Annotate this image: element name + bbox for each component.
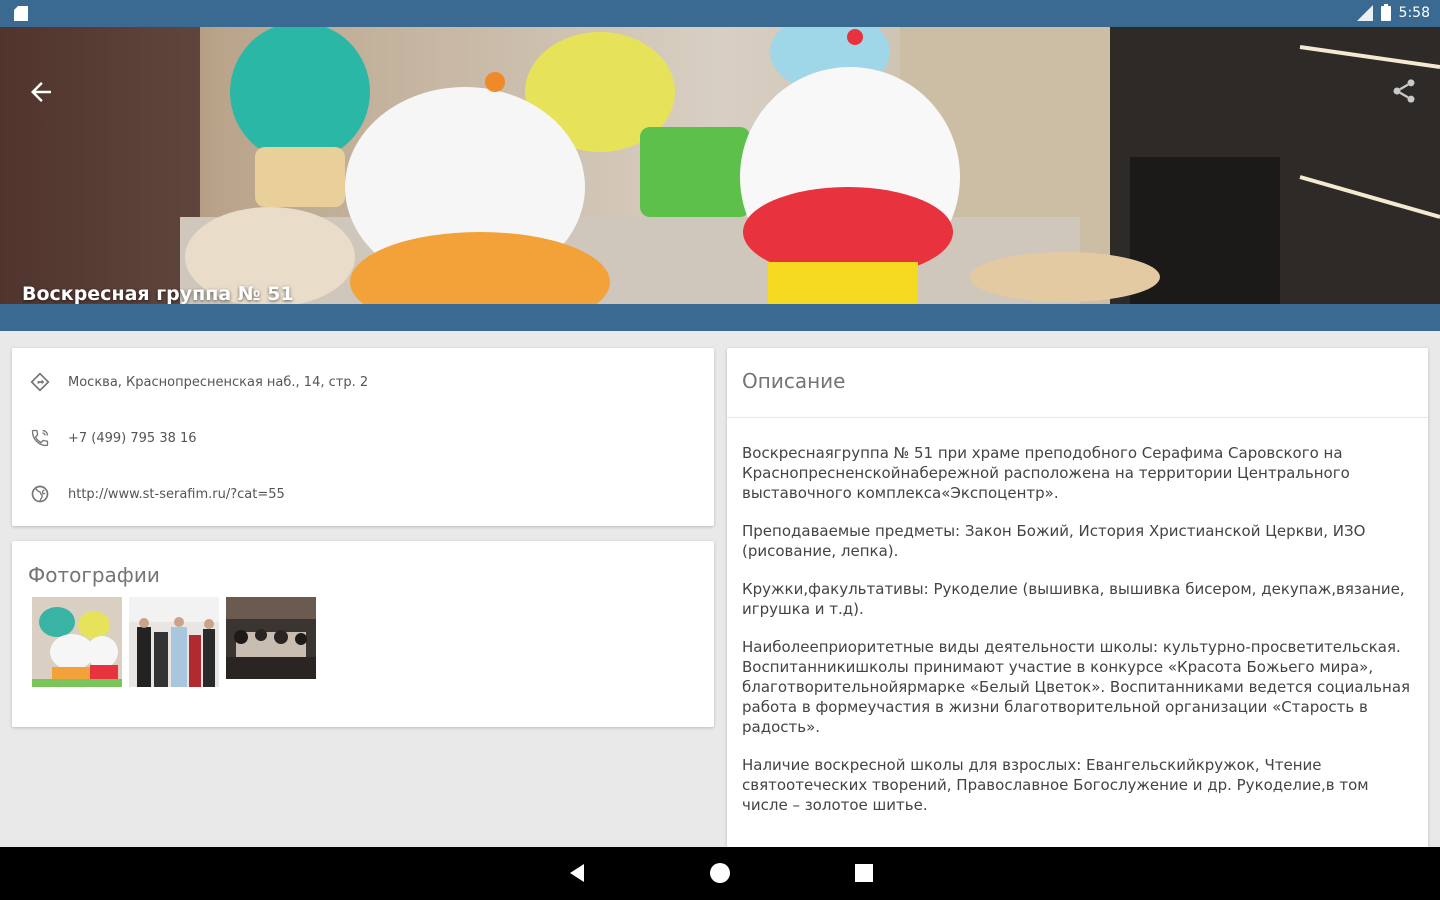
- page-title: Воскресная группа № 51: [22, 283, 294, 304]
- photos-heading: Фотографии: [28, 563, 160, 587]
- phone-text: +7 (499) 795 38 16: [68, 430, 197, 446]
- phone-row[interactable]: +7 (499) 795 38 16: [12, 410, 714, 466]
- battery-icon: [1380, 4, 1391, 21]
- signal-icon: [1356, 4, 1373, 21]
- description-paragraph: Наличие воскресной школы для взрослых: Е…: [742, 756, 1369, 814]
- photo-thumbnail-2[interactable]: [129, 597, 219, 687]
- status-bar: 5:58: [0, 0, 1440, 27]
- photo-image: [226, 597, 316, 679]
- description-heading: Описание: [742, 369, 846, 393]
- nav-home-icon[interactable]: [708, 861, 732, 885]
- nav-recents-icon[interactable]: [852, 861, 876, 885]
- description-body: Воскреснаягруппа № 51 при храме преподоб…: [742, 443, 1414, 833]
- contact-card: Москва, Краснопресненская наб., 14, стр.…: [12, 348, 714, 526]
- divider: [727, 417, 1428, 418]
- navigation-bar: [0, 847, 1440, 900]
- photo-image: [32, 597, 122, 687]
- photo-image: [129, 597, 219, 687]
- photos-card: Фотографии: [12, 541, 714, 727]
- description-card: Описание Воскреснаягруппа № 51 при храме…: [727, 348, 1428, 868]
- website-row[interactable]: http://www.st-serafim.ru/?cat=55: [12, 466, 714, 522]
- photo-thumbnail-3[interactable]: [226, 597, 316, 679]
- header-image: Воскресная группа № 51: [0, 27, 1440, 304]
- address-row[interactable]: Москва, Краснопресненская наб., 14, стр.…: [12, 354, 714, 410]
- phone-icon: [31, 429, 49, 447]
- address-text: Москва, Краснопресненская наб., 14, стр.…: [68, 374, 369, 390]
- share-icon[interactable]: [1390, 77, 1418, 105]
- globe-icon: [31, 485, 49, 503]
- photo-thumbnail-1[interactable]: [32, 597, 122, 687]
- sd-card-icon: [14, 6, 28, 21]
- header-bar: [0, 304, 1440, 331]
- status-time: 5:58: [1398, 4, 1430, 21]
- description-paragraph: Кружки,факультативы: Рукоделие (вышивка,…: [742, 580, 1405, 618]
- description-paragraph: Преподаваемые предметы: Закон Божий, Ист…: [742, 522, 1366, 560]
- directions-diamond-icon: [30, 372, 50, 392]
- back-arrow-icon[interactable]: [26, 77, 56, 107]
- description-paragraph: Наиболееприоритетные виды деятельности ш…: [742, 638, 1411, 736]
- header-photo: [0, 27, 1440, 304]
- nav-back-icon[interactable]: [565, 861, 589, 885]
- description-paragraph: Воскреснаягруппа № 51 при храме преподоб…: [742, 444, 1350, 502]
- website-link: http://www.st-serafim.ru/?cat=55: [68, 486, 285, 502]
- status-icons: 5:58: [1356, 4, 1430, 21]
